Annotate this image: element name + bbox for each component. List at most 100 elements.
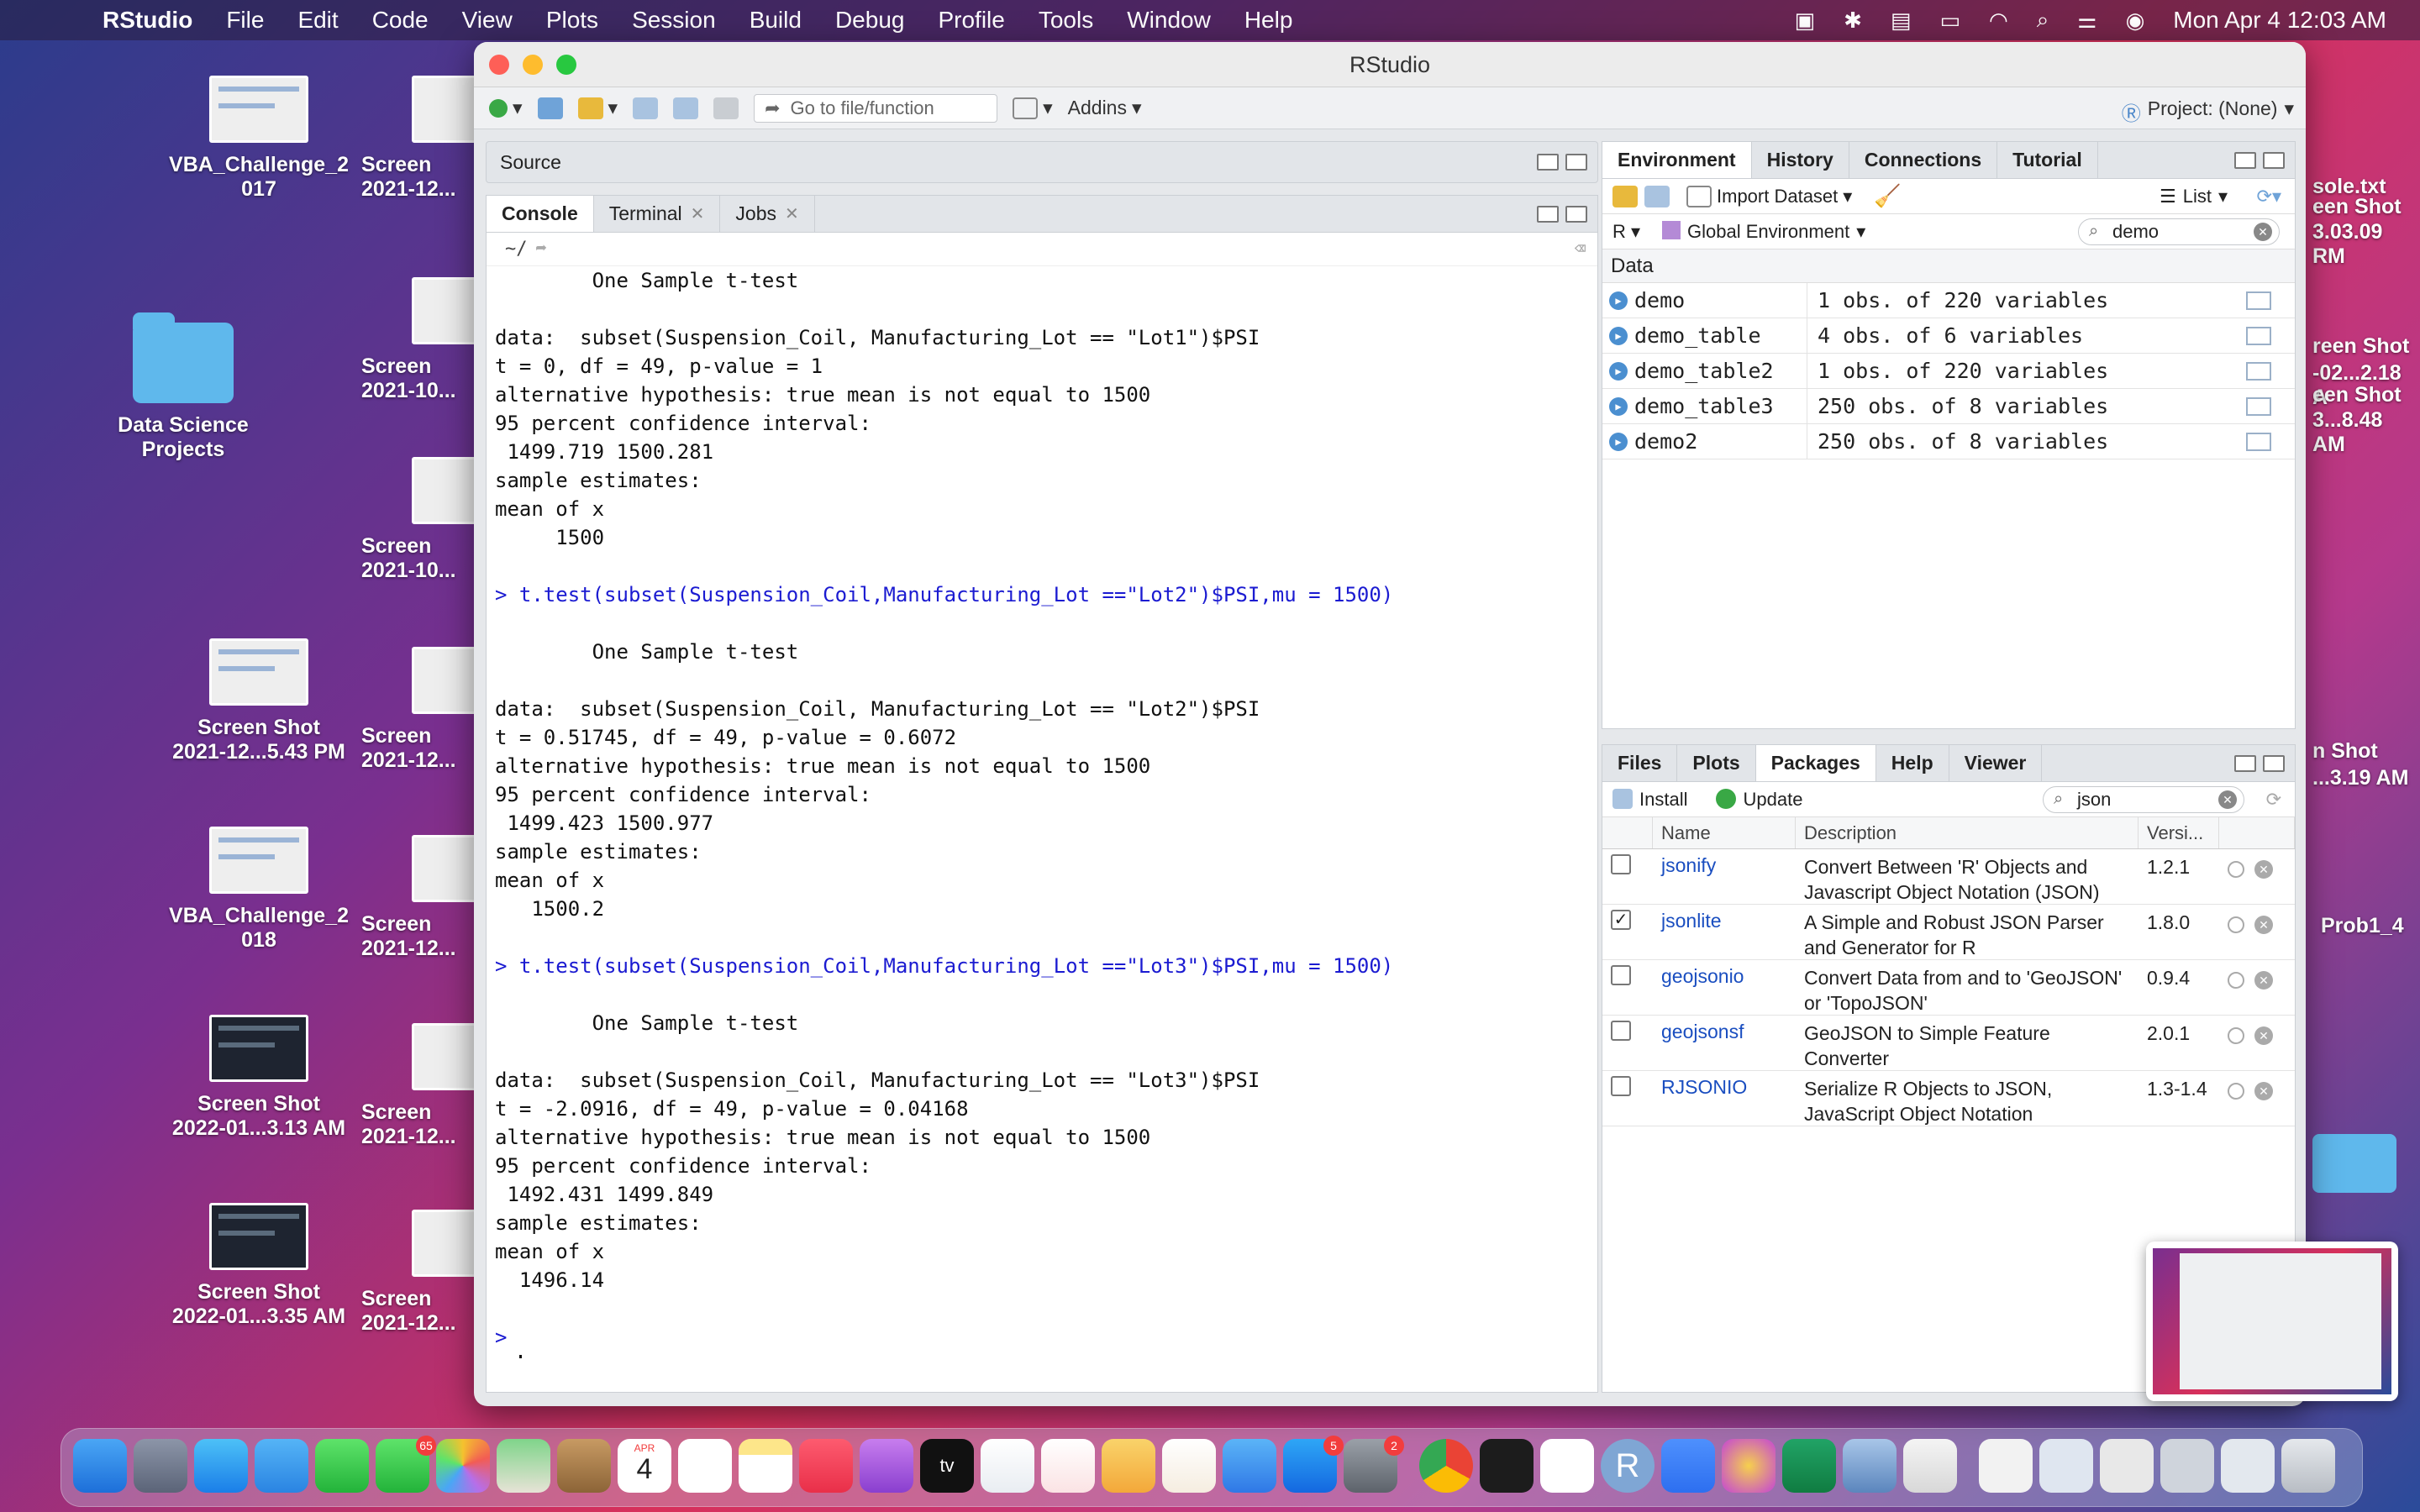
calendar-icon[interactable]: APR 4 [618,1439,671,1493]
desktop-file-screenshot[interactable]: Screen 2021-12... [361,1210,511,1336]
goto-file-input[interactable]: ➦ Go to file/function [754,93,998,123]
maximize-pane-icon[interactable] [1565,206,1587,223]
keyboard-icon[interactable]: ▤ [1891,8,1912,34]
save-workspace-icon[interactable] [1644,185,1670,207]
desktop-file-screenshot[interactable]: Screen 2021-12... [361,835,511,961]
print-button[interactable] [713,97,739,119]
menu-view[interactable]: View [462,7,513,34]
script-editor-icon[interactable] [1903,1439,1957,1493]
minimize-pane-icon[interactable] [1537,154,1559,171]
menu-code[interactable]: Code [372,7,429,34]
view-table-icon[interactable] [2246,361,2271,381]
contacts-icon[interactable] [557,1439,611,1493]
desktop-folder-data-science[interactable]: Data Science Projects [82,312,284,462]
package-name-link[interactable]: jsonify [1653,849,1796,904]
desktop-label[interactable]: 3...8.48 AM [2312,408,2420,457]
refresh-icon[interactable]: ⟳▾ [2257,186,2281,207]
package-name-link[interactable]: geojsonsf [1653,1016,1796,1070]
project-menu[interactable]: Ⓡ Project: (None) ▾ [2122,97,2294,126]
desktop-file-screenshot[interactable]: Screen Shot 2022-01...3.13 AM [158,1015,360,1141]
package-load-checkbox[interactable] [1611,1076,1631,1096]
excel-icon[interactable] [1782,1439,1836,1493]
globe-icon[interactable] [2228,916,2244,933]
clear-search-icon[interactable]: ✕ [2218,790,2237,809]
remove-package-icon[interactable]: ✕ [2254,1082,2273,1100]
messages-icon[interactable]: 65 [376,1436,436,1493]
globe-icon[interactable] [2228,1027,2244,1044]
recent-document-icon[interactable] [2039,1439,2093,1493]
terminal-icon[interactable] [1480,1439,1534,1493]
close-tab-icon[interactable]: ✕ [691,203,705,224]
source-pane-header[interactable]: Source [486,141,1598,183]
tab-files[interactable]: Files [1602,745,1678,781]
wifi-icon[interactable]: ◠ [1989,8,2008,34]
env-row[interactable]: ▶ demo2 250 obs. of 8 variables [1602,423,2295,459]
column-header-name[interactable]: Name [1653,817,1796,848]
package-load-checkbox[interactable] [1611,1021,1631,1041]
preview-app-icon[interactable] [1843,1439,1897,1493]
reminders-icon[interactable] [678,1439,732,1493]
chrome-icon[interactable] [1419,1439,1473,1493]
remove-package-icon[interactable]: ✕ [2254,916,2273,934]
zoom-icon[interactable] [1661,1439,1715,1493]
menu-tools[interactable]: Tools [1039,7,1093,34]
install-packages-button[interactable]: Install [1612,788,1687,811]
rstudio-dock-icon[interactable]: R [1601,1439,1655,1493]
globe-icon[interactable] [2228,861,2244,878]
addins-menu[interactable]: Addins ▾ [1068,97,1142,119]
numbers-icon[interactable] [981,1439,1034,1493]
desktop-file-vba-2018[interactable]: VBA_Challenge_2 018 [158,827,360,953]
maps-icon[interactable] [497,1439,550,1493]
desktop-file-vba-2017[interactable]: VBA_Challenge_2 017 [158,76,360,202]
env-row[interactable]: ▶ demo_table3 250 obs. of 8 variables [1602,388,2295,424]
spotlight-search-icon[interactable]: ⌕ [2037,7,2049,34]
photos-icon[interactable] [436,1439,490,1493]
desktop-file-screenshot[interactable]: Screen 2021-12... [361,647,511,773]
recent-document-icon[interactable] [2221,1439,2275,1493]
menu-file[interactable]: File [226,7,264,34]
pages-icon[interactable] [1102,1439,1155,1493]
minimize-pane-icon[interactable] [2234,755,2256,772]
packages-search-input[interactable]: ⌕ json ✕ [2043,786,2244,813]
clear-console-icon[interactable]: ⌫ [1575,239,1586,260]
update-packages-button[interactable]: Update [1716,788,1802,811]
env-object-name[interactable]: ▶ demo_table2 [1602,353,1807,389]
env-row[interactable]: ▶ demo 1 obs. of 220 variables [1602,282,2295,318]
menu-help[interactable]: Help [1244,7,1293,34]
tab-help[interactable]: Help [1876,745,1949,781]
save-button[interactable] [633,97,659,119]
env-object-name[interactable]: ▶ demo2 [1602,423,1807,459]
recent-document-icon[interactable] [2160,1439,2214,1493]
maximize-pane-icon[interactable] [1565,154,1587,171]
menu-edit[interactable]: Edit [297,7,338,34]
apple-tv-icon[interactable]: tv [920,1439,974,1493]
view-mode-dropdown[interactable]: ☰ List ▾ [2160,186,2228,207]
tab-connections[interactable]: Connections [1849,142,1998,178]
desktop-file-screenshot[interactable]: Screen 2021-12... [361,1023,511,1149]
recent-document-icon[interactable] [2100,1439,2154,1493]
podcasts-icon[interactable] [860,1439,913,1493]
env-row[interactable]: ▶ demo_table2 1 obs. of 220 variables [1602,353,2295,389]
desktop-file-screenshot[interactable]: Screen Shot 2021-12...5.43 PM [158,638,360,764]
new-project-button[interactable] [537,97,563,119]
environment-search-input[interactable]: ⌕ demo ✕ [2078,218,2280,245]
desktop-label[interactable]: reen Shot [2312,334,2409,359]
new-file-button[interactable]: ▾ [489,97,523,119]
desktop-file-screenshot[interactable]: Screen 2021-10... [361,277,511,403]
desktop-label[interactable]: n Shot [2312,739,2378,764]
facetime-icon[interactable] [315,1439,369,1493]
view-table-icon[interactable] [2246,291,2271,310]
tab-terminal[interactable]: Terminal ✕ [594,196,721,232]
system-preferences-icon[interactable]: 2 [1344,1436,1404,1493]
clear-search-icon[interactable]: ✕ [2254,223,2272,241]
menu-debug[interactable]: Debug [835,7,905,34]
menu-app-name[interactable]: RStudio [103,7,192,34]
menu-plots[interactable]: Plots [546,7,598,34]
slack-icon[interactable] [1540,1439,1594,1493]
language-dropdown[interactable]: R ▾ [1612,221,1640,243]
grid-layout-button[interactable]: ▾ [1013,97,1053,119]
close-tab-icon[interactable]: ✕ [785,203,799,224]
desktop-file-screenshot[interactable]: Screen 2021-12... [361,76,511,202]
news-icon[interactable] [1041,1439,1095,1493]
console-prompt-line[interactable]: > [495,1352,1597,1358]
